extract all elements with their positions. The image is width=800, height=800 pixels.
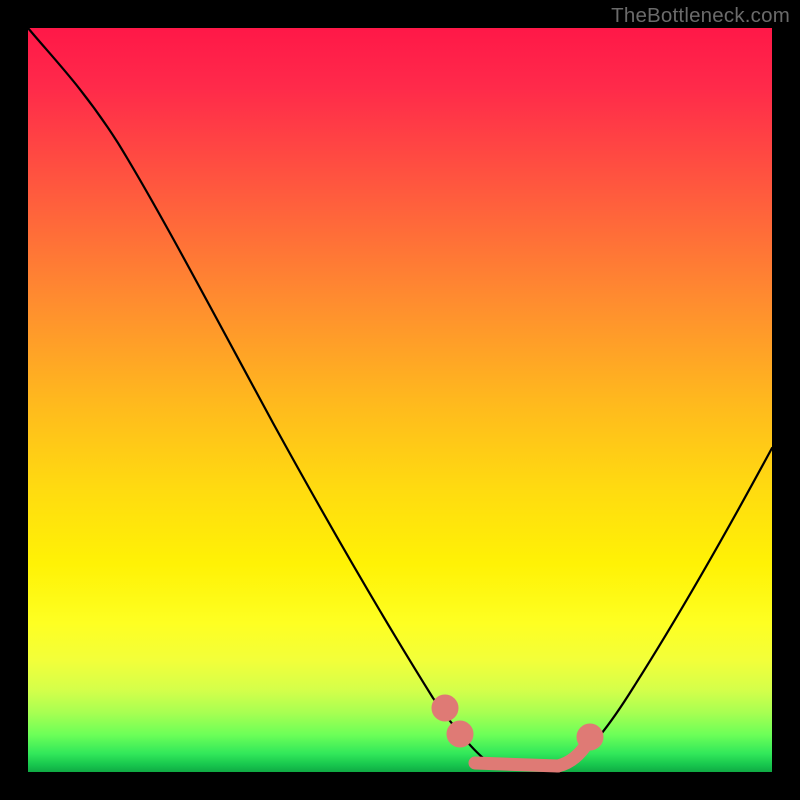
bottleneck-curve	[28, 28, 772, 770]
curve-layer	[28, 28, 772, 772]
chart-frame: TheBottleneck.com	[0, 0, 800, 800]
watermark-text: TheBottleneck.com	[611, 4, 790, 28]
sweet-spot-highlight	[438, 701, 597, 766]
